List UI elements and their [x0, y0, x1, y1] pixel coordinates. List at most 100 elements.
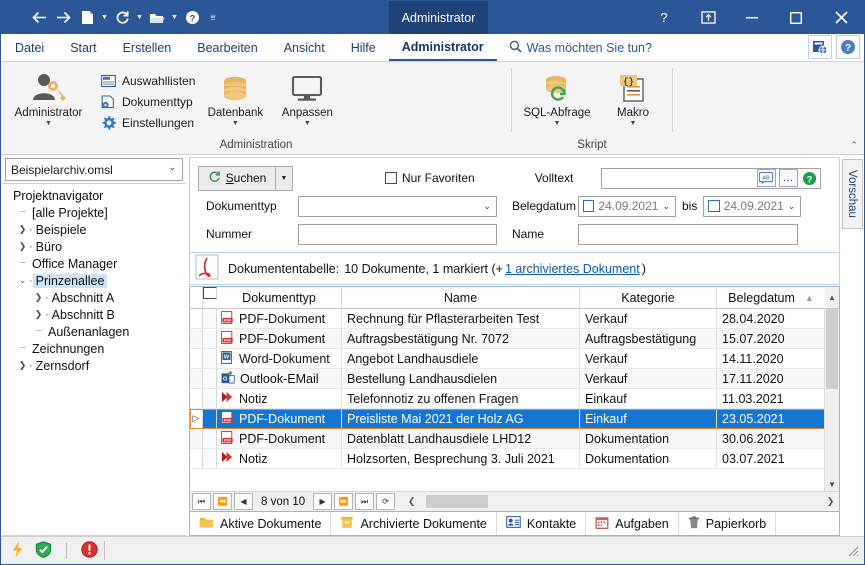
- tab-ansicht[interactable]: Ansicht: [271, 34, 338, 61]
- dokumenttyp-button[interactable]: Dokumenttyp: [96, 91, 199, 112]
- grid-horizontal-scrollbar[interactable]: ❮ ❯: [405, 494, 837, 509]
- table-row[interactable]: O Outlook-EMail Bestellung Landhausdiele…: [190, 369, 839, 389]
- einstellungen-button[interactable]: Einstellungen: [96, 112, 199, 133]
- maximize-button[interactable]: [774, 1, 818, 34]
- pager-next-page-button[interactable]: ⏩: [334, 493, 354, 510]
- bottom-tab-archivierte-dokumente[interactable]: Archivierte Dokumente: [331, 512, 497, 535]
- resize-grip-icon[interactable]: [845, 543, 861, 559]
- tree-item-beispiele[interactable]: ❯ · Beispiele: [2, 221, 186, 238]
- ribbon-help-icon[interactable]: ?: [836, 35, 860, 59]
- hscroll-right-icon[interactable]: ❯: [824, 496, 837, 507]
- fulltext-more-button[interactable]: ...: [778, 169, 798, 187]
- pager-refresh-button[interactable]: ⟳: [376, 493, 396, 510]
- table-row[interactable]: PDF PDF-Dokument Auftragsbestätigung Nr.…: [190, 329, 839, 349]
- table-row[interactable]: W Word-Dokument Angebot Landhausdiele Ve…: [190, 349, 839, 369]
- datenbank-caret-icon[interactable]: ▼: [232, 120, 239, 128]
- tab-bearbeiten[interactable]: Bearbeiten: [184, 34, 270, 61]
- grid-scroll-thumb[interactable]: [826, 309, 838, 389]
- auswahllisten-button[interactable]: Auswahllisten: [96, 70, 199, 91]
- date-from-checkbox[interactable]: [583, 200, 595, 212]
- row-checkbox[interactable]: [203, 349, 217, 368]
- administrator-caret-icon[interactable]: ▼: [45, 120, 52, 128]
- column-header-dokumenttyp[interactable]: Dokumenttyp: [217, 287, 342, 308]
- open-folder-icon[interactable]: [145, 6, 169, 30]
- name-input[interactable]: [578, 223, 798, 245]
- close-button[interactable]: [818, 1, 864, 34]
- favorites-checkbox-group[interactable]: Nur Favoriten: [385, 171, 475, 185]
- grid-vertical-scrollbar[interactable]: ▼: [824, 309, 839, 491]
- bottom-tab-papierkorb[interactable]: Papierkorb: [679, 512, 777, 535]
- grid-header-checkbox[interactable]: [203, 287, 217, 299]
- lightning-icon[interactable]: [11, 541, 25, 561]
- tree-item-prinzenallee[interactable]: ⌄ · Prinzenallee: [2, 272, 186, 289]
- table-row[interactable]: PDF PDF-Dokument Rechnung für Pflasterar…: [190, 309, 839, 329]
- anpassen-caret-icon[interactable]: ▼: [304, 120, 311, 128]
- window-help-button[interactable]: ?: [642, 1, 686, 34]
- tab-start[interactable]: Start: [57, 34, 109, 61]
- makro-button[interactable]: {} Makro ▼: [602, 66, 664, 128]
- sql-abfrage-caret-icon[interactable]: ▼: [554, 120, 561, 128]
- row-checkbox[interactable]: [203, 449, 217, 468]
- new-document-icon[interactable]: [75, 6, 99, 30]
- column-header-belegdatum[interactable]: Belegdatum ▲: [717, 287, 825, 308]
- date-from-input[interactable]: 24.09.2021 ⌄: [578, 195, 676, 217]
- table-row[interactable]: PDF PDF-Dokument Datenblatt Landhausdiel…: [190, 429, 839, 449]
- chevron-down-icon[interactable]: ⌄: [788, 201, 796, 212]
- row-checkbox[interactable]: [203, 389, 217, 408]
- open-folder-caret-icon[interactable]: ▼: [169, 6, 180, 30]
- minimize-button[interactable]: [730, 1, 774, 34]
- pager-last-button[interactable]: ⏭: [355, 493, 375, 510]
- error-icon[interactable]: [81, 540, 98, 561]
- date-to-input[interactable]: 24.09.2021 ⌄: [703, 195, 802, 217]
- pager-prev-page-button[interactable]: ⏪: [213, 493, 232, 510]
- chevron-down-icon[interactable]: ⌄: [662, 201, 670, 212]
- doctype-select[interactable]: ⌄: [298, 195, 497, 217]
- chevron-right-icon[interactable]: ❯: [32, 309, 45, 320]
- shield-ok-icon[interactable]: [35, 540, 52, 561]
- chevron-right-icon[interactable]: ❯: [32, 292, 45, 303]
- datenbank-button[interactable]: Datenbank ▼: [199, 66, 271, 128]
- chevron-right-icon[interactable]: ❯: [16, 224, 29, 235]
- tab-datei[interactable]: Datei: [1, 34, 57, 61]
- chevron-down-icon[interactable]: ⌄: [16, 275, 29, 286]
- ribbon-display-options-button[interactable]: [686, 1, 730, 34]
- anpassen-button[interactable]: Anpassen ▼: [271, 66, 343, 128]
- chevron-right-icon[interactable]: ❯: [16, 241, 29, 252]
- tab-erstellen[interactable]: Erstellen: [110, 34, 185, 61]
- row-checkbox[interactable]: [203, 329, 217, 348]
- tell-me-box[interactable]: Was möchten Sie tun?: [509, 34, 652, 61]
- web-database-icon[interactable]: [808, 35, 832, 59]
- bottom-tab-aufgaben[interactable]: Aufgaben: [586, 512, 679, 535]
- preview-tab[interactable]: Vorschau: [841, 159, 863, 229]
- hscroll-left-icon[interactable]: ❮: [405, 496, 418, 507]
- administrator-button[interactable]: Administrator ▼: [1, 66, 96, 128]
- fulltext-help-icon[interactable]: ?: [801, 170, 818, 186]
- tree-root[interactable]: Projektnavigator: [2, 187, 186, 204]
- tree-item-alle-projekte[interactable]: ┄ [alle Projekte]: [2, 204, 186, 221]
- forward-arrow-icon[interactable]: [51, 6, 75, 30]
- search-button[interactable]: Suchen: [198, 165, 276, 191]
- tab-hilfe[interactable]: Hilfe: [338, 34, 389, 61]
- row-checkbox[interactable]: [203, 309, 217, 328]
- sql-abfrage-button[interactable]: SQL-Abfrage ▼: [512, 66, 602, 128]
- refresh-icon[interactable]: [110, 6, 134, 30]
- chevron-right-icon[interactable]: ❯: [16, 360, 29, 371]
- pager-next-button[interactable]: ▶: [313, 493, 333, 510]
- bottom-tab-kontakte[interactable]: Kontakte: [497, 512, 587, 535]
- row-checkbox[interactable]: [203, 409, 217, 428]
- back-arrow-icon[interactable]: [27, 6, 51, 30]
- grid-scroll-down-button[interactable]: ▼: [825, 478, 839, 491]
- hscroll-thumb[interactable]: [426, 495, 489, 508]
- tree-item-abschnitt-a[interactable]: ❯ · Abschnitt A: [2, 289, 186, 306]
- makro-caret-icon[interactable]: ▼: [630, 120, 637, 128]
- archive-select[interactable]: Beispielarchiv.omsl ⌄: [5, 158, 183, 181]
- refresh-caret-icon[interactable]: ▼: [134, 6, 145, 30]
- nummer-input[interactable]: [298, 223, 497, 245]
- bottom-tab-aktive-dokumente[interactable]: Aktive Dokumente: [190, 512, 332, 535]
- help-icon[interactable]: ?: [180, 6, 204, 30]
- pager-prev-button[interactable]: ◀: [234, 493, 253, 510]
- table-row[interactable]: Notiz Telefonnotiz zu offenen Fragen Ein…: [190, 389, 839, 409]
- archived-documents-link[interactable]: 1 archiviertes Dokument: [505, 262, 640, 276]
- table-row-selected[interactable]: ▷ PDF PDF-Dokument Preisliste Mai 2021 d…: [190, 409, 839, 429]
- tab-administrator[interactable]: Administrator: [388, 34, 497, 61]
